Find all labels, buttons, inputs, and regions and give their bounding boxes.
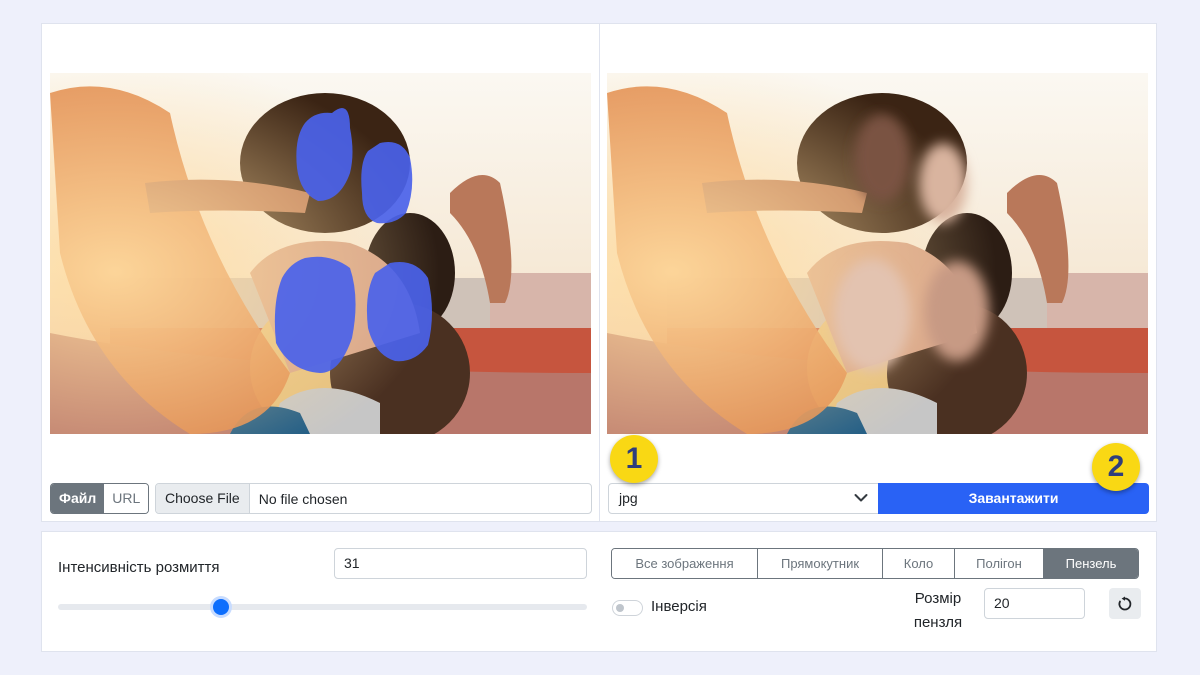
format-select-value: jpg xyxy=(619,490,638,506)
callout-badge-1: 1 xyxy=(610,435,658,483)
inversion-toggle[interactable] xyxy=(612,600,643,616)
blur-intensity-label: Інтенсивність розмиття xyxy=(58,559,220,576)
settings-card: Інтенсивність розмиття 31 Все зображення… xyxy=(41,531,1157,652)
callout-badge-2: 2 xyxy=(1092,443,1140,491)
file-status: No file chosen xyxy=(258,490,348,507)
mode-brush[interactable]: Пензель xyxy=(1044,549,1138,578)
source-tab-url[interactable]: URL xyxy=(104,484,149,513)
mode-circle[interactable]: Коло xyxy=(883,549,955,578)
brush-size-label-line2: пензля xyxy=(913,614,963,631)
format-select[interactable]: jpg xyxy=(608,483,879,514)
editor-card: Файл URL Choose File No file chosen jpg … xyxy=(41,23,1157,522)
choose-file-button[interactable]: Choose File xyxy=(156,484,250,513)
blur-slider-thumb[interactable] xyxy=(213,599,229,615)
chevron-down-icon xyxy=(854,494,868,502)
source-image[interactable] xyxy=(50,73,591,434)
result-image xyxy=(607,73,1148,434)
mode-all-image[interactable]: Все зображення xyxy=(612,549,758,578)
source-toggle: Файл URL xyxy=(50,483,150,514)
panel-divider xyxy=(599,24,600,521)
mode-polygon[interactable]: Полігон xyxy=(955,549,1044,578)
brush-size-label-line1: Розмір xyxy=(914,590,962,607)
blur-intensity-input[interactable]: 31 xyxy=(334,548,587,579)
brush-size-input[interactable]: 20 xyxy=(984,588,1085,619)
reset-button[interactable] xyxy=(1109,588,1141,619)
mode-rectangle[interactable]: Прямокутник xyxy=(758,549,883,578)
source-tab-file[interactable]: Файл xyxy=(51,484,105,513)
selection-mode-group: Все зображення Прямокутник Коло Полігон … xyxy=(611,548,1139,579)
reset-icon xyxy=(1118,596,1132,610)
file-input[interactable]: Choose File No file chosen xyxy=(155,483,592,514)
blur-slider-track[interactable] xyxy=(58,604,587,610)
inversion-label: Інверсія xyxy=(651,598,707,615)
